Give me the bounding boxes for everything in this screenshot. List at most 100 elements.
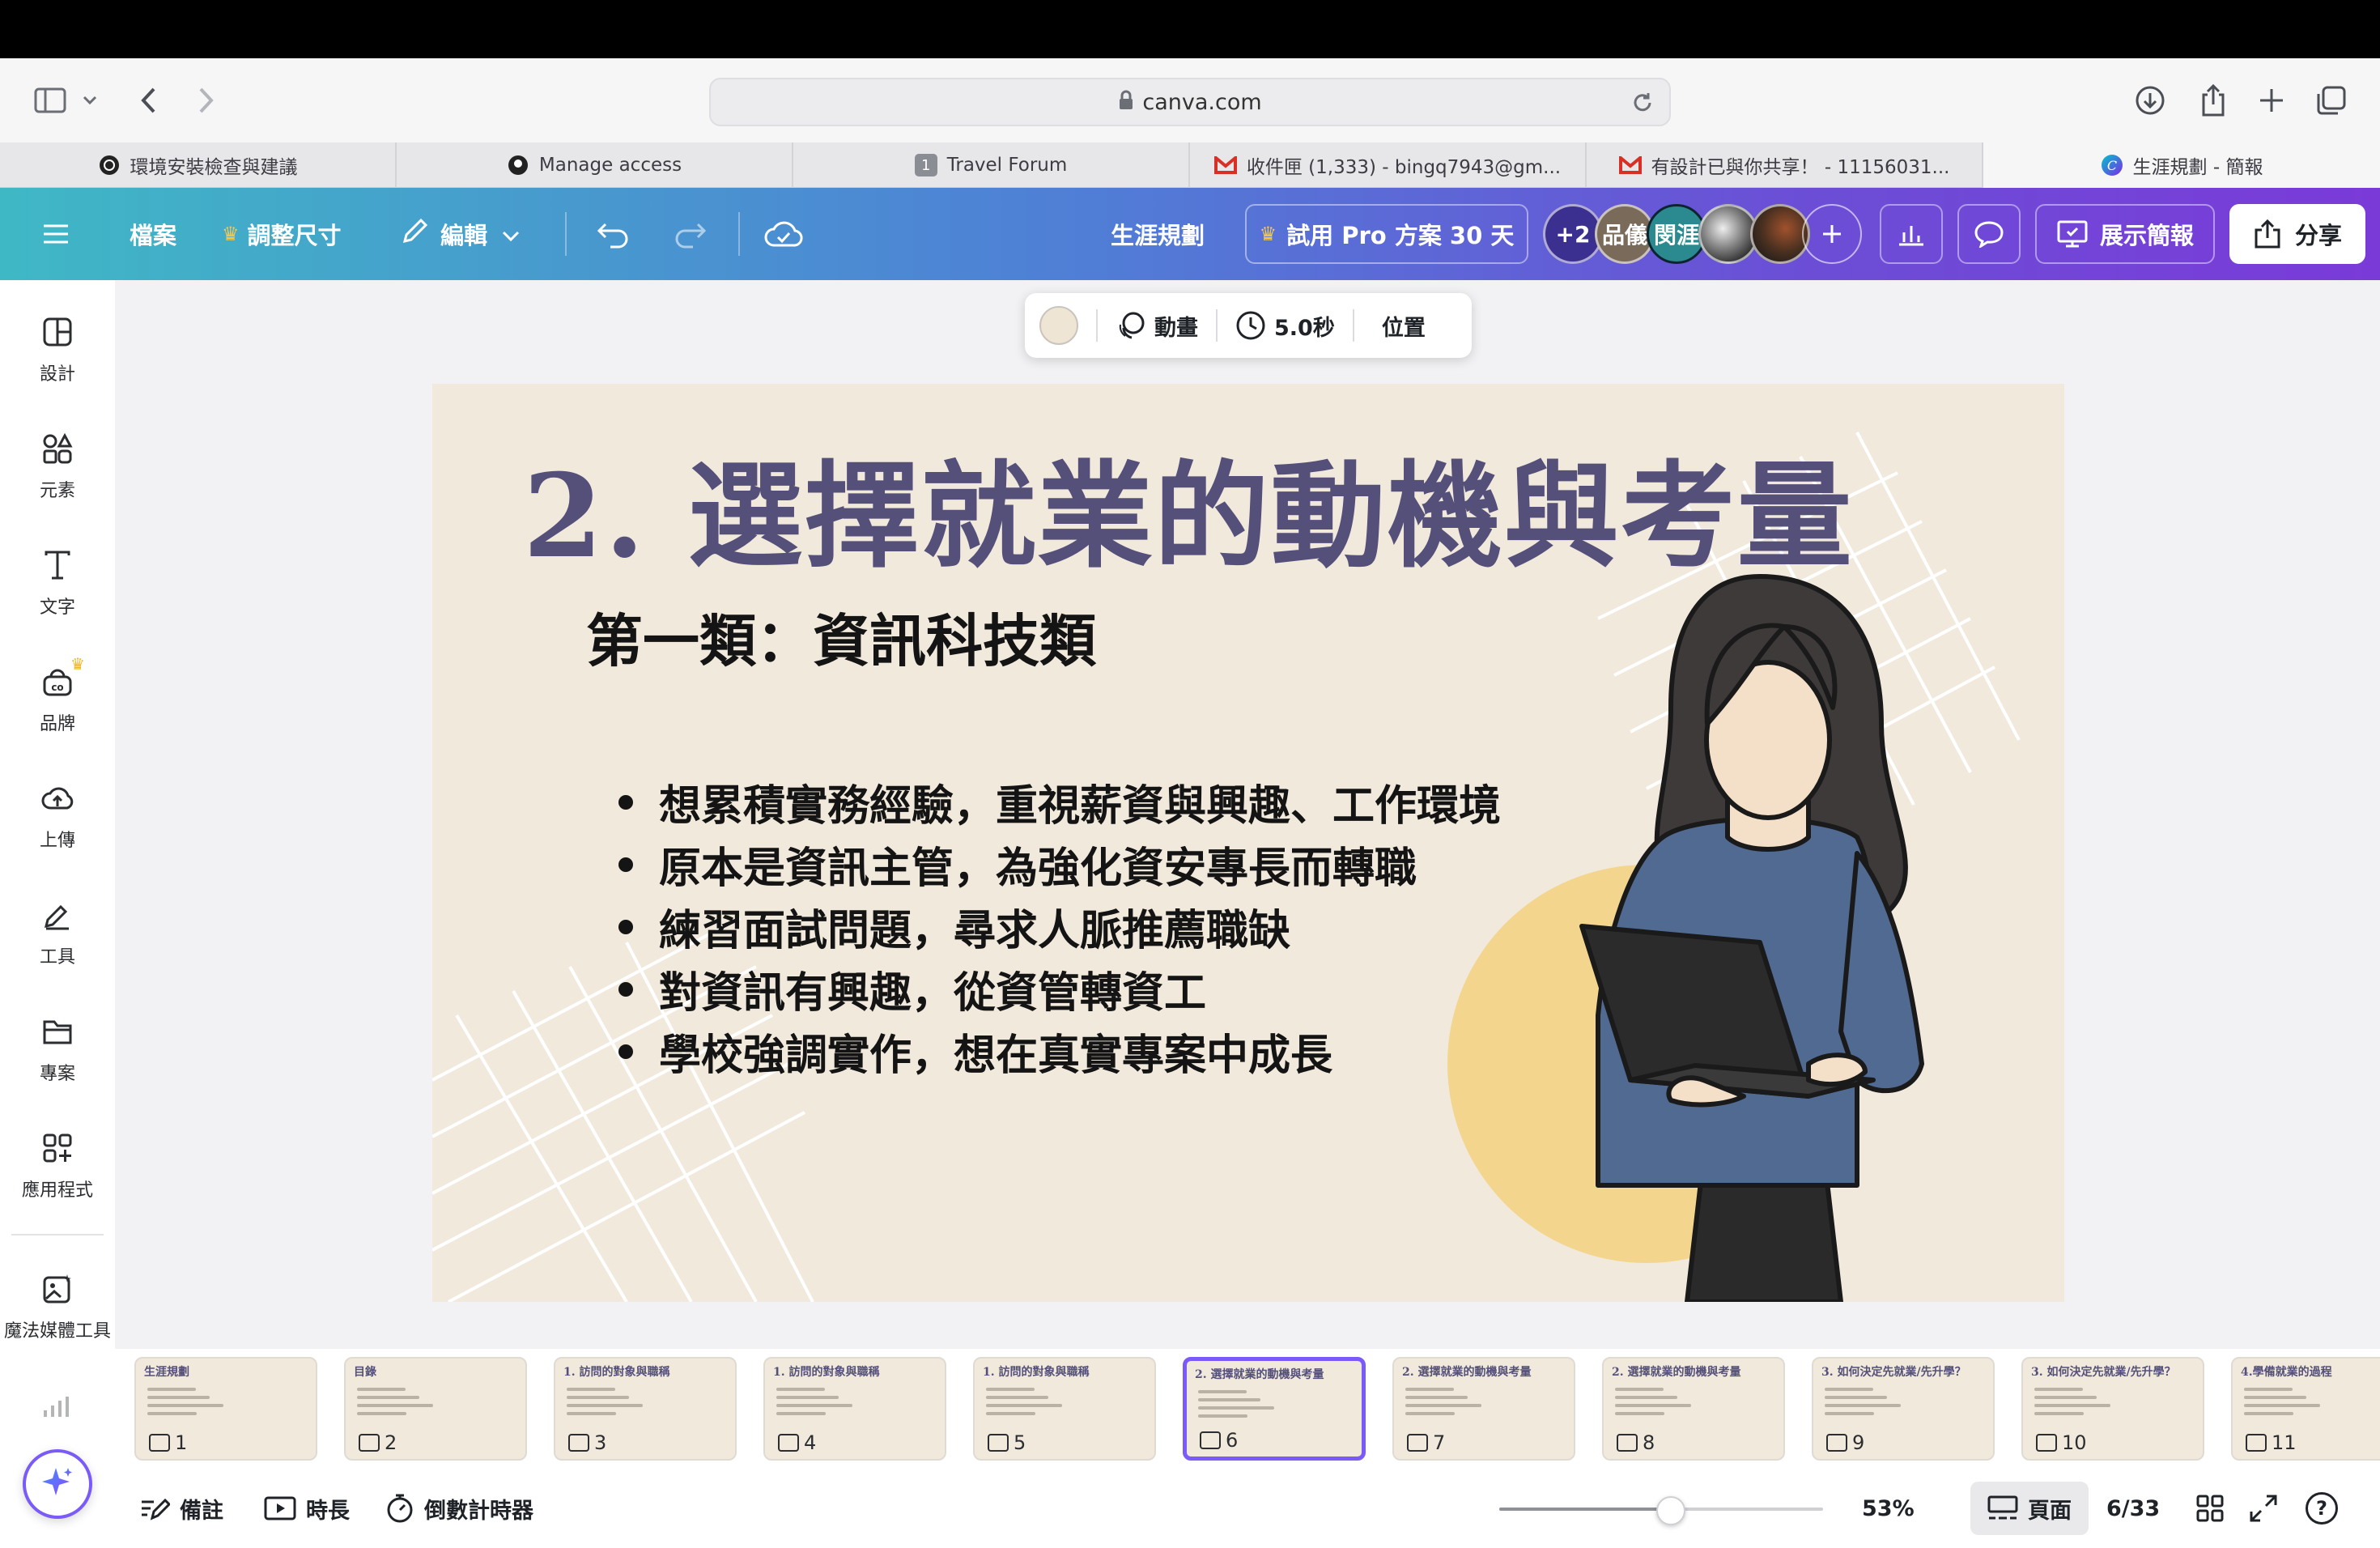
duration-button[interactable]: 時長 <box>264 1469 350 1548</box>
thumbnail-text-lines <box>986 1388 1083 1420</box>
present-button[interactable]: 展示簡報 <box>2035 204 2215 264</box>
chevron-down-icon[interactable] <box>78 81 102 120</box>
animate-icon <box>1116 310 1146 341</box>
menu-icon[interactable] <box>42 188 70 280</box>
thumbnail-text-lines <box>2034 1388 2131 1420</box>
page-number: 10 <box>2062 1431 2087 1454</box>
page-thumbnail[interactable]: 1. 訪問的對象與職稱 4 <box>763 1357 946 1461</box>
page-thumbnail[interactable]: 1. 訪問的對象與職稱 3 <box>554 1357 737 1461</box>
sidebar-item-text[interactable]: 文字 <box>0 549 115 619</box>
sidebar-item-magic-media[interactable]: 魔法媒體工具 <box>0 1273 115 1342</box>
slide-canvas[interactable]: 2. 選擇就業的動機與考量 第一類：資訊科技類 想累積實務經驗，重視薪資與興趣、… <box>432 384 2064 1302</box>
sidebar-item-apps[interactable]: 應用程式 <box>0 1132 115 1201</box>
redo-icon[interactable] <box>672 188 708 280</box>
document-title[interactable]: 生涯規劃 <box>1111 188 1205 280</box>
page-number: 1 <box>175 1431 188 1454</box>
undo-icon[interactable] <box>596 188 631 280</box>
page-thumbnail[interactable]: 2. 選擇就業的動機與考量 7 <box>1392 1357 1575 1461</box>
sidebar-item-label: 上傳 <box>39 831 75 851</box>
pro-trial-button[interactable]: ♛ 試用 Pro 方案 30 天 <box>1245 204 1528 264</box>
thumbnail-page-number: 6 <box>1200 1429 1238 1452</box>
left-sidebar: 設計 元素 文字 co ♛ 品牌 上傳 工具 專案 應用程式 魔法媒體工具 <box>0 280 115 1548</box>
tab-gmail-share[interactable]: 有設計已與你共享！ - 11156031... <box>1587 142 1983 188</box>
comment-icon <box>568 1434 589 1452</box>
comment-icon[interactable] <box>1957 204 2021 264</box>
bullet-list[interactable]: 想累積實務經驗，重視薪資與興趣、工作環境 原本是資訊主管，為強化資安專長而轉職 … <box>618 771 1501 1082</box>
grid-view-icon[interactable] <box>2195 1469 2225 1548</box>
sidebar-item-brand[interactable]: co ♛ 品牌 <box>0 654 115 735</box>
page-thumbnail[interactable]: 3. 如何決定先就業/先升學？ 10 <box>2021 1357 2204 1461</box>
help-button[interactable]: ? <box>2306 1469 2338 1548</box>
page-thumbnail[interactable]: 1. 訪問的對象與職稱 5 <box>973 1357 1156 1461</box>
animate-button[interactable]: 動畫 <box>1116 310 1198 342</box>
page-thumbnail[interactable]: 2. 選擇就業的動機與考量 6 <box>1183 1357 1366 1461</box>
duration-button[interactable]: 5.0秒 <box>1235 310 1335 342</box>
sidebar-item-tools[interactable]: 工具 <box>0 899 115 968</box>
file-menu-button[interactable]: 檔案 <box>130 188 176 280</box>
page-thumbnail[interactable]: 3. 如何決定先就業/先升學？ 9 <box>1812 1357 1995 1461</box>
sidebar-item-design[interactable]: 設計 <box>0 316 115 385</box>
bullet-item: 原本是資訊主管，為強化資安專長而轉職 <box>618 833 1501 895</box>
avatar[interactable]: 品儀 <box>1595 204 1655 264</box>
sidebar-item-elements[interactable]: 元素 <box>0 432 115 502</box>
forward-icon[interactable] <box>186 81 225 120</box>
upload-icon <box>41 782 74 818</box>
slide-subtitle[interactable]: 第一類：資訊科技類 <box>586 596 1096 678</box>
thumbnail-page-number: 9 <box>1826 1431 1864 1454</box>
page-view-label: 頁面 <box>2028 1498 2072 1524</box>
address-bar[interactable]: canva.com <box>709 78 1671 126</box>
editor-header: 檔案 ♛ 調整尺寸 編輯 生涯規劃 ♛ 試用 Pro 方案 30 天 +2 品儀… <box>0 188 2380 280</box>
sidebar-item-projects[interactable]: 專案 <box>0 1015 115 1085</box>
page-thumbnail[interactable]: 生涯規劃 1 <box>134 1357 317 1461</box>
share-button[interactable]: 分享 <box>2229 204 2365 264</box>
elements-icon <box>41 432 74 468</box>
comment-icon <box>149 1434 170 1452</box>
notes-button[interactable]: 備註 <box>139 1469 223 1548</box>
insights-icon[interactable] <box>1880 204 1943 264</box>
reload-icon[interactable] <box>1630 91 1655 118</box>
share-sheet-icon[interactable] <box>2194 81 2233 120</box>
header-divider <box>738 212 740 256</box>
collaborators-more-badge[interactable]: +2 <box>1543 204 1603 264</box>
cloud-saved-icon[interactable] <box>764 188 803 280</box>
download-icon[interactable] <box>2131 81 2170 120</box>
page-number: 11 <box>2272 1431 2297 1454</box>
thumbnail-text-lines <box>1615 1388 1712 1420</box>
insights-icon[interactable] <box>42 1394 73 1422</box>
tab-gmail-inbox[interactable]: 收件匣 (1,333) - bingq7943@gm... <box>1190 142 1587 188</box>
crown-icon: ♛ <box>222 223 240 245</box>
thumbnail-text-lines <box>1825 1388 1922 1420</box>
new-tab-icon[interactable] <box>2252 81 2291 120</box>
page-view-button[interactable]: 頁面 <box>1970 1482 2089 1535</box>
avatar[interactable] <box>1750 204 1810 264</box>
tab-overview-icon[interactable] <box>2312 81 2351 120</box>
tab-github[interactable]: Manage access <box>397 142 793 188</box>
sidebar-item-label: 設計 <box>39 364 75 385</box>
fullscreen-icon[interactable] <box>2249 1469 2278 1548</box>
thumbnail-text-lines <box>357 1388 454 1420</box>
edit-menu-button[interactable]: 編輯 <box>400 188 520 280</box>
tab-travel-forum[interactable]: 1 Travel Forum <box>793 142 1190 188</box>
avatar[interactable]: 閔涯 <box>1647 204 1706 264</box>
tab-canva[interactable]: C 生涯規劃 - 簡報 <box>1983 142 2380 188</box>
zoom-slider-handle[interactable] <box>1656 1496 1685 1525</box>
magic-assistant-button[interactable] <box>23 1449 92 1519</box>
add-collaborator-icon[interactable] <box>1802 204 1862 264</box>
back-icon[interactable] <box>130 81 168 120</box>
svg-text:co: co <box>51 682 63 693</box>
page-thumbnail[interactable]: 2. 選擇就業的動機與考量 8 <box>1602 1357 1785 1461</box>
avatar[interactable] <box>1698 204 1758 264</box>
sidebar-toggle-icon[interactable] <box>31 81 70 120</box>
page-thumbnail[interactable]: 4.學備就業的過程 11 <box>2231 1357 2380 1461</box>
resize-button[interactable]: ♛ 調整尺寸 <box>222 188 342 280</box>
tab-chatgpt[interactable]: 環境安裝檢查與建議 <box>0 142 397 188</box>
page-thumbnail[interactable]: 目錄 2 <box>344 1357 527 1461</box>
sidebar-item-upload[interactable]: 上傳 <box>0 782 115 852</box>
zoom-level[interactable]: 53% <box>1862 1469 1915 1548</box>
timer-label: 倒數計時器 <box>424 1498 533 1524</box>
position-button[interactable]: 位置 <box>1382 310 1426 342</box>
slide-title[interactable]: 2. 選擇就業的動機與考量 <box>523 423 1854 589</box>
page-counter[interactable]: 6/33 <box>2106 1469 2160 1548</box>
background-color-swatch[interactable] <box>1039 306 1078 345</box>
timer-button[interactable]: 倒數計時器 <box>385 1469 533 1548</box>
